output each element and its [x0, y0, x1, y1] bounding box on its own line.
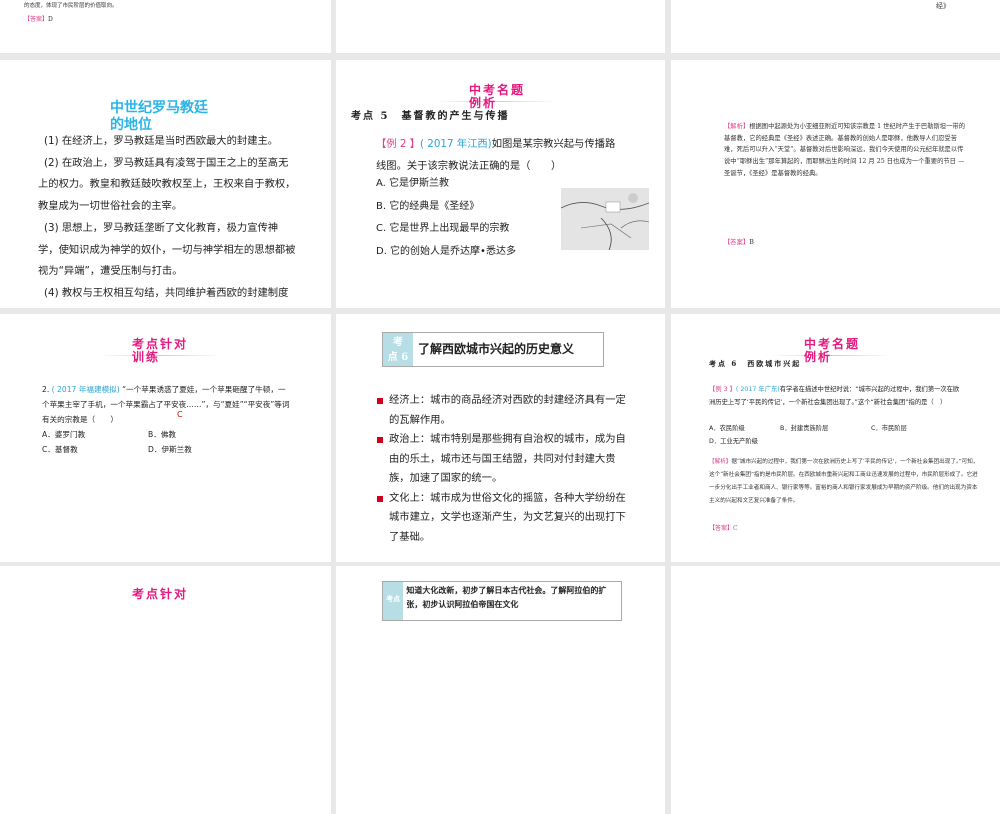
slide-thumbnail[interactable]: 中考名题 例析 考点 5 基督教的产生与传播 【例 2 】( 2017 年江西)… — [336, 60, 665, 308]
option: A．婆罗门教 — [42, 430, 86, 439]
question-number: 2. — [42, 385, 50, 394]
slide-text: 的态度，体现了市民阶层的价值取向。 — [24, 3, 118, 9]
answer-value: D — [48, 16, 53, 23]
bullet-icon — [377, 495, 383, 502]
paragraph: (1) 在经济上，罗马教廷是当时西欧最大的封建主。 — [44, 135, 279, 147]
topic-heading: 考点 6 西欧城市兴起 — [709, 359, 802, 368]
slide-thumbnail[interactable]: 考点针对 — [0, 566, 331, 814]
slide-thumbnail[interactable]: 考 点 6 了解西欧城市兴起的历史意义 经济上：城市的商品经济对西欧的封建经济具… — [336, 314, 665, 562]
slide-thumbnail[interactable]: 考点 知道大化改新，初步了解日本古代社会。了解阿拉伯的扩张，初步认识阿拉伯帝国在… — [336, 566, 665, 814]
slide-thumbnail[interactable] — [336, 0, 665, 53]
option: C. 它是世界上出现最早的宗教 — [376, 223, 510, 234]
source: ( 2017 年福建模拟) — [51, 385, 120, 394]
option: A. 它是伊斯兰教 — [376, 178, 450, 189]
option: A．农民阶级 — [709, 425, 745, 432]
section-header: 考点针对 — [132, 587, 189, 601]
analysis-label: 【解析】 — [709, 459, 732, 465]
topic-box: 考点 知道大化改新，初步了解日本古代社会。了解阿拉伯的扩张，初步认识阿拉伯帝国在… — [382, 581, 622, 621]
topic-title: 知道大化改新，初步了解日本古代社会。了解阿拉伯的扩张，初步认识阿拉伯帝国在文化 — [406, 586, 607, 609]
bullet-icon — [377, 437, 383, 443]
topic-tag: 点 6 — [387, 352, 409, 363]
option: B. 它的经典是《圣经》 — [376, 200, 480, 212]
bullet-icon — [377, 398, 383, 404]
slide-title: 中世纪罗马教廷 — [110, 100, 208, 116]
option: C．基督教 — [42, 445, 78, 454]
answer-mark: C — [177, 410, 183, 419]
analysis-text: 据“城市兴起的过程中，我们第一次在欧洲历史上写了‘平民的传记’，一个新社会集团出… — [709, 459, 979, 504]
bullet-item: 政治上：城市特别是那些拥有自治权的城市，成为自由的乐土，城市还与国王结盟，共同对… — [377, 430, 627, 489]
paragraph: (4) 教权与王权相互勾结，共同维护着西欧的封建制度与封建统治。 — [44, 286, 289, 299]
topic-tag: 考 — [393, 337, 403, 348]
example-label: 【例 2 】 — [376, 138, 420, 150]
option: D．工业无产阶级 — [709, 438, 758, 445]
slide-thumbnail[interactable]: 考点针对 训练 2. ( 2017 年福建模拟) “一个苹果诱惑了夏娃，一个苹果… — [0, 314, 331, 562]
analysis-text: 根据图中起源处为小亚细亚附近可知该宗教是 1 世纪时产生于巴勒斯坦一带的基督教，… — [724, 123, 965, 177]
option: B．佛教 — [148, 430, 176, 439]
option: D. 它的创始人是乔达摩•悉达多 — [376, 245, 516, 257]
answer-label: 【答案】 — [709, 525, 734, 532]
section-header: 训练 — [132, 350, 161, 364]
paragraph: (2) 在政治上，罗马教廷具有凌驾于国王之上的至高无上的权力。教皇和教廷鼓吹教权… — [38, 156, 296, 213]
paragraph: (3) 思想上，罗马教廷垄断了文化教育，极力宣传神学，使知识成为神学的奴仆，一切… — [38, 221, 296, 278]
answer-label: 【答案】 — [24, 16, 49, 23]
slide-thumbnail[interactable]: 的态度，体现了市民阶层的价值取向。 【答案】D — [0, 0, 331, 53]
option: B．封建贵族阶层 — [780, 425, 829, 432]
answer-label: 【答案】 — [724, 239, 750, 246]
option: D．伊斯兰教 — [148, 445, 192, 454]
source: ( 2017 年江西) — [420, 138, 492, 150]
bullet-item: 文化上：城市成为世俗文化的摇篮，各种大学纷纷在城市建立，文学也逐渐产生，为文艺复… — [377, 489, 627, 548]
slide-thumbnail[interactable] — [671, 566, 1000, 814]
answer-value: B — [749, 239, 754, 246]
slide-thumbnail[interactable]: 【解析】根据图中起源处为小亚细亚附近可知该宗教是 1 世纪时产生于巴勒斯坦一带的… — [671, 60, 1000, 308]
section-header: 例析 — [804, 350, 833, 364]
source: ( 2017 年广东) — [735, 386, 780, 393]
route-map-image — [561, 188, 649, 250]
topic-title: 了解西欧城市兴起的历史意义 — [418, 342, 575, 356]
topic-tag: 考点 — [383, 582, 404, 620]
slide-thumbnail[interactable]: 中世纪罗马教廷 的地位 (1) 在经济上，罗马教廷是当时西欧最大的封建主。 (2… — [0, 60, 331, 308]
topic-box: 考 点 6 了解西欧城市兴起的历史意义 — [382, 332, 604, 367]
slide-text: 经》 — [936, 2, 950, 10]
answer-value: C — [733, 525, 738, 532]
slide-thumbnail[interactable]: 中考名题 例析 考点 6 西欧城市兴起 【例 3 】( 2017 年广东)有学者… — [671, 314, 1000, 562]
analysis-label: 【解析】 — [724, 123, 750, 130]
bullet-item: 经济上：城市的商品经济对西欧的封建经济具有一定的瓦解作用。 — [377, 391, 627, 430]
option: C．市民阶层 — [871, 425, 907, 432]
slide-thumbnail[interactable]: 经》 — [671, 0, 1000, 53]
topic-heading: 考点 5 基督教的产生与传播 — [351, 111, 510, 122]
example-label: 【例 3 】 — [709, 386, 736, 393]
